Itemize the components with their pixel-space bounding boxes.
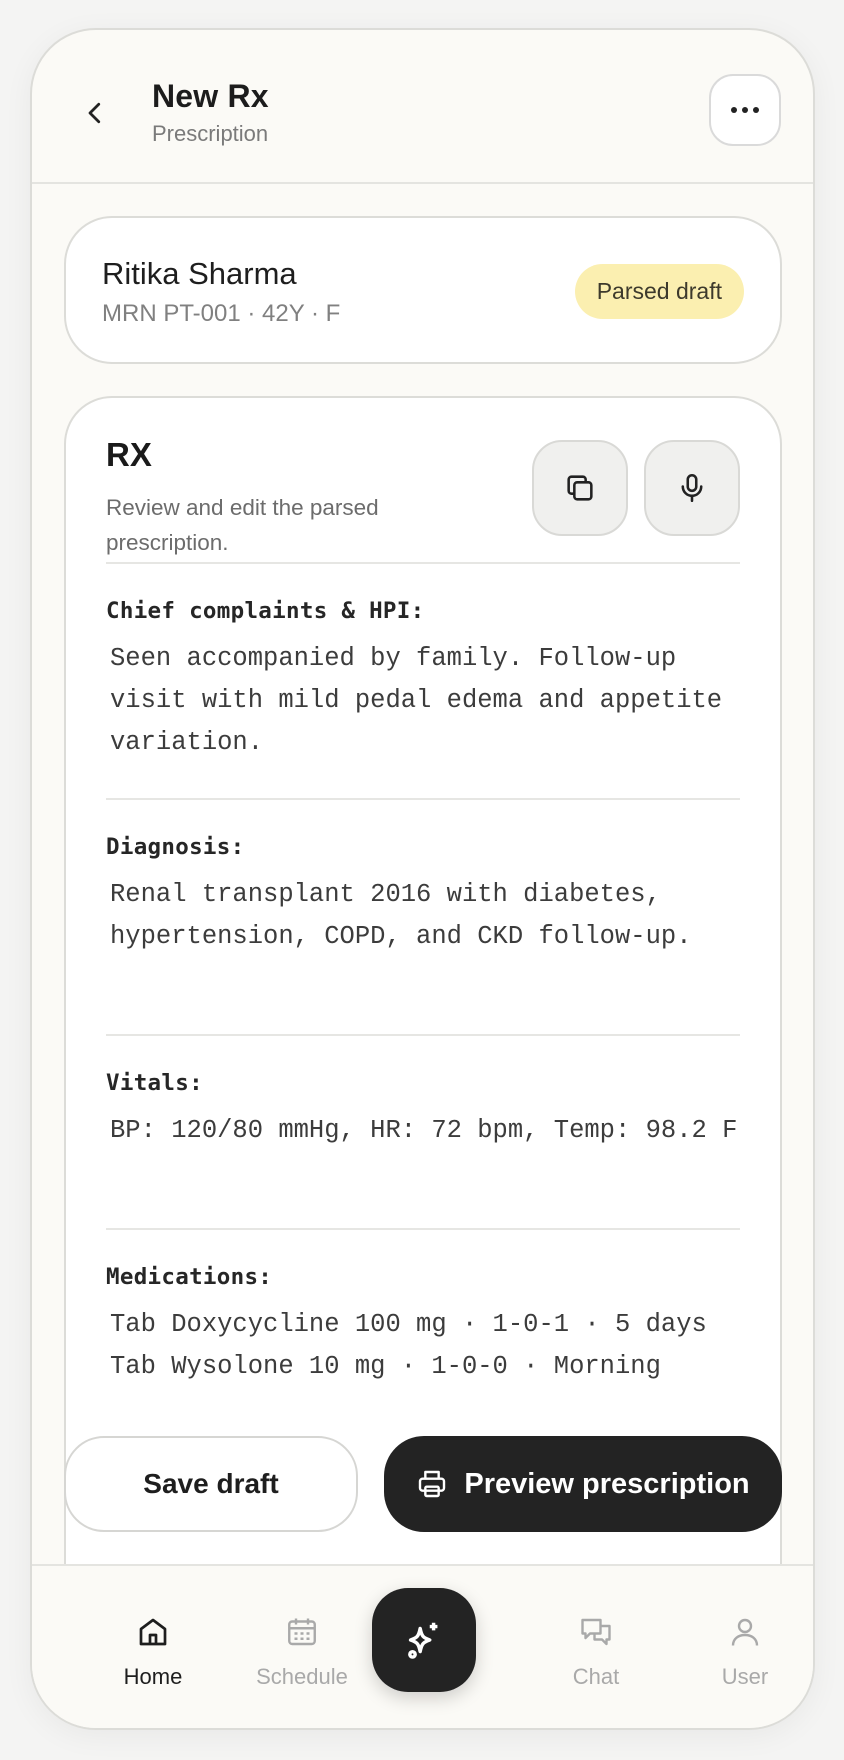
title-block: New Rx Prescription: [152, 78, 269, 147]
more-dot: [742, 107, 748, 113]
divider: [106, 798, 740, 800]
section-text-medications[interactable]: Tab Doxycycline 100 mg · 1-0-1 · 5 days …: [110, 1304, 740, 1388]
page-title: New Rx: [152, 78, 269, 114]
home-icon: [139, 1618, 167, 1646]
rx-title: RX: [106, 436, 152, 473]
microphone-icon: [681, 473, 703, 503]
divider: [106, 1034, 740, 1036]
nav-item-home[interactable]: Home: [88, 1614, 218, 1690]
patient-meta: MRN PT-001 · 42Y · F: [102, 300, 341, 327]
section-label-complaints: Chief complaints & HPI:: [106, 598, 425, 624]
microphone-button[interactable]: [644, 440, 740, 536]
preview-prescription-button[interactable]: Preview prescription: [384, 1436, 782, 1532]
printer-icon: [419, 1470, 446, 1498]
section-text-complaints[interactable]: Seen accompanied by family. Follow-up vi…: [110, 638, 740, 764]
app-header: New Rx Prescription: [32, 30, 813, 184]
nav-item-schedule[interactable]: Schedule: [237, 1614, 367, 1690]
bottom-nav: Home Schedule Chat User: [32, 1564, 813, 1728]
preview-label: Preview prescription: [464, 1467, 750, 1500]
section-label-vitals: Vitals:: [106, 1070, 203, 1096]
phone-frame: New Rx Prescription Ritika Sharma MRN PT…: [30, 28, 815, 1730]
rx-description: Review and edit the parsed prescription.: [106, 495, 379, 555]
section-label-medications: Medications:: [106, 1264, 273, 1290]
back-button[interactable]: [72, 90, 118, 136]
save-draft-button[interactable]: Save draft: [64, 1436, 358, 1532]
nav-label-user: User: [721, 1664, 769, 1689]
nav-label-home: Home: [123, 1664, 183, 1689]
copy-icon: [567, 475, 593, 501]
chat-icon: [581, 1618, 611, 1646]
patient-name: Ritika Sharma: [102, 256, 297, 291]
divider: [106, 1228, 740, 1230]
more-dot: [753, 107, 759, 113]
patient-card[interactable]: Ritika Sharma MRN PT-001 · 42Y · F Parse…: [64, 216, 782, 364]
nav-label-schedule: Schedule: [256, 1664, 348, 1689]
section-text-diagnosis[interactable]: Renal transplant 2016 with diabetes, hyp…: [110, 874, 740, 958]
chevron-left-icon: [88, 102, 101, 124]
section-label-diagnosis: Diagnosis:: [106, 834, 245, 860]
section-text-vitals[interactable]: BP: 120/80 mmHg, HR: 72 bpm, Temp: 98.2 …: [110, 1110, 740, 1152]
copy-button[interactable]: [532, 440, 628, 536]
status-badge: Parsed draft: [574, 264, 744, 319]
user-icon: [731, 1618, 759, 1646]
nav-label-chat: Chat: [572, 1664, 620, 1689]
calendar-icon: [288, 1618, 316, 1646]
ai-assist-button[interactable]: [372, 1588, 476, 1692]
page-subtitle: Prescription: [152, 121, 269, 146]
sparkles-icon: [408, 1622, 438, 1659]
more-options-button[interactable]: [709, 74, 781, 146]
divider: [106, 562, 740, 564]
nav-item-chat[interactable]: Chat: [531, 1614, 661, 1690]
more-horizontal-icon: [731, 107, 737, 113]
nav-item-user[interactable]: User: [680, 1614, 810, 1690]
